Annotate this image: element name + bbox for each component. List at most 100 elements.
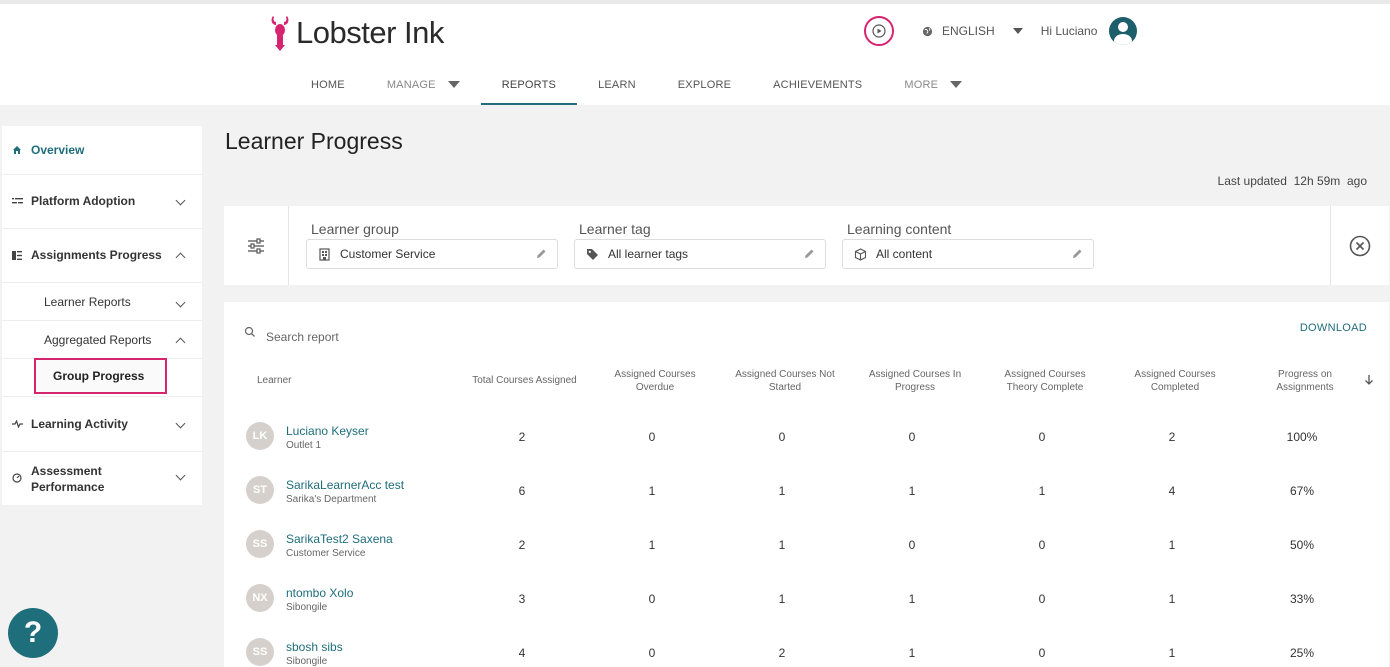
sidebar-item-platform-adoption[interactable]: Platform Adoption (2, 194, 202, 208)
cell-completed: 2 (1168, 430, 1176, 444)
user-avatar[interactable] (1109, 17, 1138, 45)
brand-name: Lobster Ink (296, 15, 444, 50)
pencil-icon[interactable] (804, 248, 815, 259)
adoption-icon (11, 195, 23, 207)
nav-manage[interactable]: MANAGE (366, 64, 481, 105)
learner-department: Sibongile (286, 602, 328, 613)
table-row[interactable]: LK Luciano Keyser Outlet 1 2 0 0 0 0 2 1… (224, 405, 1389, 459)
col-learner[interactable]: Learner (257, 375, 291, 388)
col-overdue[interactable]: Assigned Courses Overdue (594, 369, 716, 394)
play-icon (872, 24, 886, 38)
cell-overdue: 0 (648, 430, 656, 444)
cell-theory: 0 (1038, 430, 1046, 444)
lobster-icon (271, 16, 289, 51)
nav-more[interactable]: MORE (883, 64, 983, 105)
last-updated: Last updated 12h 59m ago (1217, 174, 1367, 188)
divider (2, 228, 202, 229)
play-tour-button[interactable] (864, 16, 894, 46)
search-icon (244, 326, 255, 337)
language-selector[interactable]: ENGLISH (922, 24, 1023, 38)
chevron-down-icon (175, 470, 186, 481)
cell-completed: 1 (1168, 592, 1176, 606)
nav-achievements[interactable]: ACHIEVEMENTS (752, 64, 883, 105)
nav-reports[interactable]: REPORTS (480, 64, 578, 105)
sidebar-item-learner-reports[interactable]: Learner Reports (2, 295, 202, 309)
cell-in-progress: 0 (908, 430, 916, 444)
cell-overdue: 0 (648, 592, 656, 606)
filter-bar: Learner group Customer Service Learner t… (224, 206, 1389, 285)
sidebar-item-assessment-performance[interactable]: Assessment Performance (2, 463, 202, 494)
assignments-icon (11, 249, 23, 261)
sidebar-item-aggregated-reports[interactable]: Aggregated Reports (2, 333, 202, 348)
pencil-icon[interactable] (536, 248, 547, 259)
help-button[interactable]: ? (8, 608, 58, 658)
download-button[interactable]: DOWNLOAD (1300, 322, 1367, 334)
chevron-up-icon (175, 252, 186, 263)
cell-not-started: 1 (778, 592, 786, 606)
learner-name-link[interactable]: ntombo Xolo (286, 586, 353, 600)
learner-group-filter: Learner group Customer Service (306, 221, 558, 269)
sliders-icon (248, 237, 264, 254)
cell-in-progress: 1 (908, 592, 916, 606)
page-title: Learner Progress (225, 128, 403, 154)
nav-home[interactable]: HOME (290, 64, 366, 105)
learner-name-link[interactable]: Luciano Keyser (286, 424, 369, 438)
col-theory-complete[interactable]: Assigned Courses Theory Complete (984, 369, 1106, 394)
chevron-up-icon (175, 337, 186, 348)
sidebar-item-overview[interactable]: Overview (2, 143, 202, 157)
filter-toggle[interactable] (224, 206, 289, 285)
table-row[interactable]: NX ntombo Xolo Sibongile 3 0 1 1 0 1 33% (224, 567, 1389, 621)
cell-progress: 33% (1289, 592, 1315, 606)
nav-explore[interactable]: EXPLORE (657, 64, 752, 105)
cell-total: 6 (518, 484, 526, 498)
nav-learn[interactable]: LEARN (577, 64, 657, 105)
cell-progress: 25% (1289, 646, 1315, 660)
learner-name-link[interactable]: SarikaTest2 Saxena (286, 532, 393, 546)
table-row[interactable]: ST SarikaLearnerAcc test Sarika's Depart… (224, 459, 1389, 513)
activity-icon (11, 418, 23, 430)
cell-total: 2 (518, 538, 526, 552)
cube-icon (853, 247, 867, 261)
learner-group-select[interactable]: Customer Service (306, 239, 558, 269)
learning-content-filter: Learning content All content (842, 221, 1094, 269)
learner-name-link[interactable]: sbosh sibs (286, 640, 343, 654)
col-not-started[interactable]: Assigned Courses Not Started (724, 369, 846, 394)
sidebar-item-learning-activity[interactable]: Learning Activity (2, 417, 202, 431)
cell-theory: 0 (1038, 646, 1046, 660)
table-row[interactable]: SS sbosh sibs Sibongile 4 0 2 1 0 1 25% (224, 621, 1389, 667)
search-input[interactable] (266, 330, 566, 344)
report-table-panel: DOWNLOAD Learner Total Courses Assigned … (224, 302, 1389, 667)
clear-filters-button[interactable] (1330, 206, 1389, 285)
gauge-icon (11, 472, 23, 484)
learner-department: Customer Service (286, 548, 366, 559)
cell-total: 3 (518, 592, 526, 606)
app-header: Lobster Ink ENGLISH Hi Luciano HOME MANA… (0, 4, 1390, 105)
chevron-down-icon (447, 81, 460, 88)
cell-not-started: 1 (778, 484, 786, 498)
table-row[interactable]: SS SarikaTest2 Saxena Customer Service 2… (224, 513, 1389, 567)
cell-overdue: 1 (648, 538, 656, 552)
brand-logo[interactable]: Lobster Ink (270, 14, 444, 52)
learner-department: Sibongile (286, 656, 328, 667)
cell-overdue: 0 (648, 646, 656, 660)
sidebar-item-assignments-progress[interactable]: Assignments Progress (2, 248, 202, 263)
col-in-progress[interactable]: Assigned Courses In Progress (854, 369, 976, 394)
cell-theory: 1 (1038, 484, 1046, 498)
col-total-courses[interactable]: Total Courses Assigned (462, 375, 587, 388)
tag-icon (585, 247, 599, 261)
sidebar-item-group-progress[interactable]: Group Progress (34, 358, 167, 394)
sort-arrow-down-icon[interactable] (1364, 374, 1374, 386)
pencil-icon[interactable] (1072, 248, 1083, 259)
user-greeting[interactable]: Hi Luciano (1041, 24, 1098, 38)
learner-department: Sarika's Department (286, 494, 377, 505)
cell-progress: 100% (1286, 430, 1318, 444)
cell-total: 4 (518, 646, 526, 660)
learner-tag-select[interactable]: All learner tags (574, 239, 826, 269)
col-completed[interactable]: Assigned Courses Completed (1114, 369, 1236, 394)
close-circle-icon (1349, 235, 1371, 256)
learning-content-select[interactable]: All content (842, 239, 1094, 269)
divider (2, 451, 202, 452)
learner-name-link[interactable]: SarikaLearnerAcc test (286, 478, 404, 492)
col-progress[interactable]: Progress on Assignments (1244, 369, 1366, 394)
cell-not-started: 0 (778, 430, 786, 444)
